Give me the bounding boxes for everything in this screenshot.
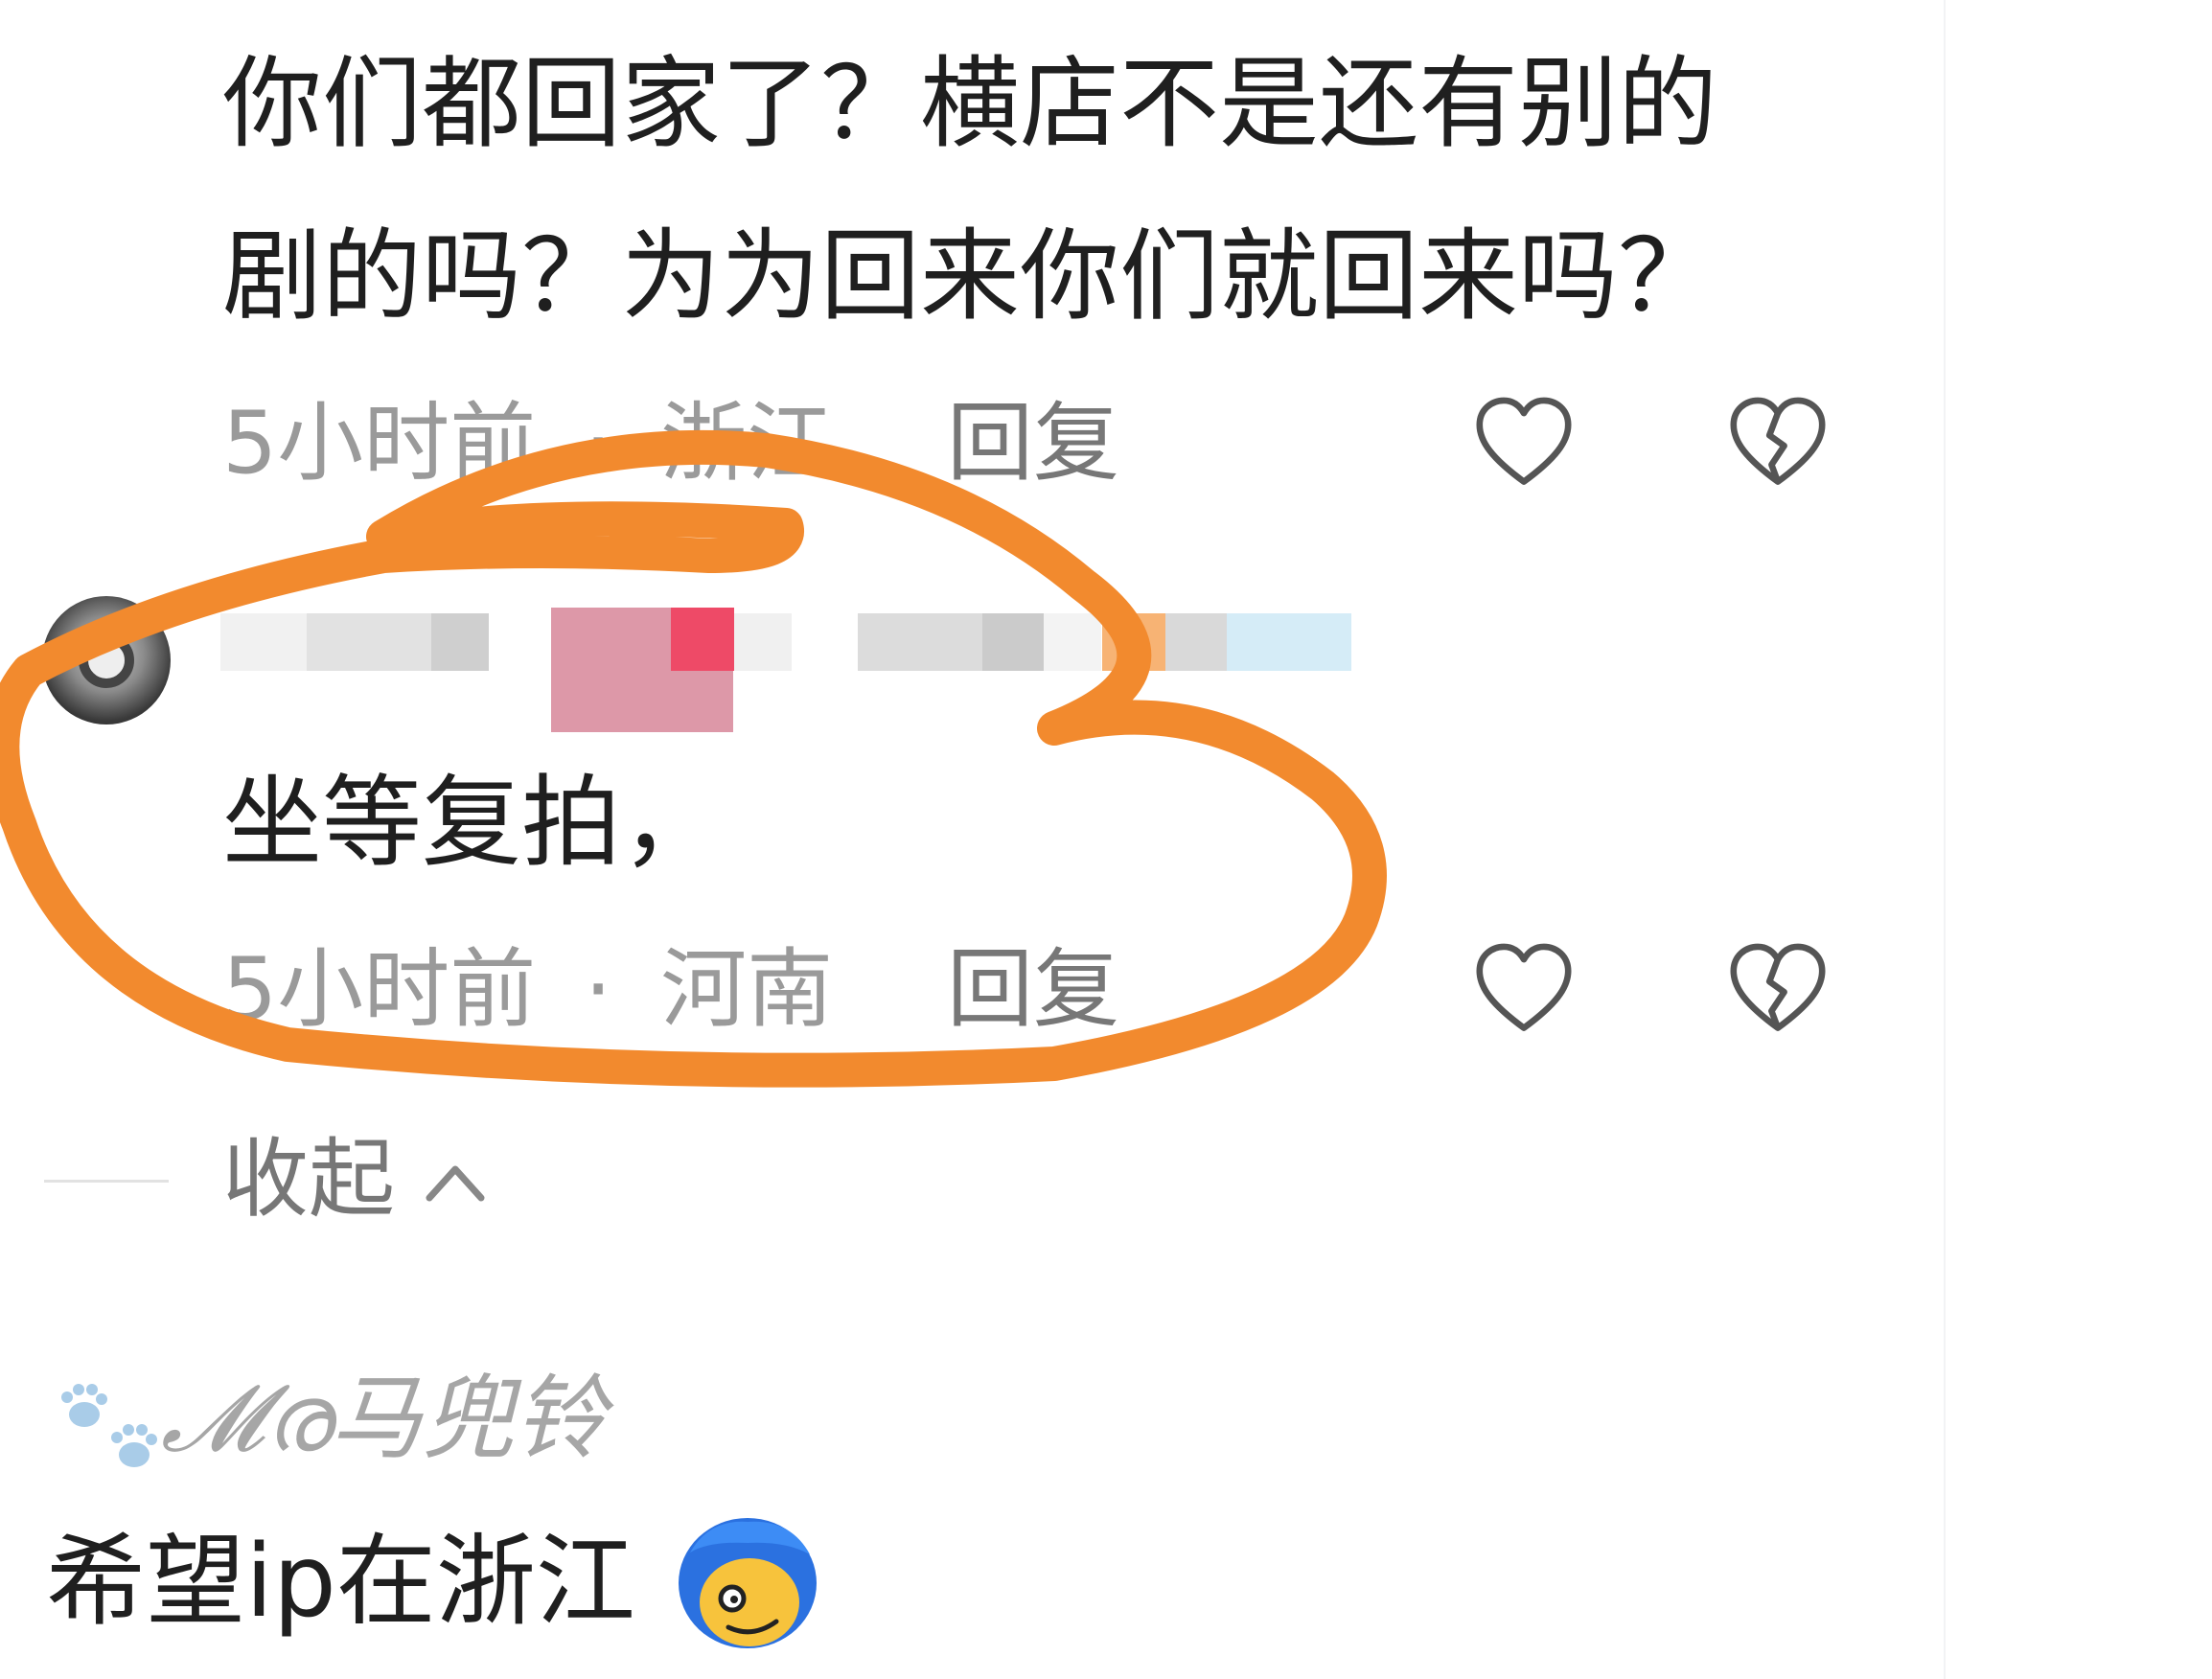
broken-heart-icon [1730, 397, 1826, 485]
redacted-username-part [858, 613, 982, 671]
reply-button[interactable]: 回复 [947, 401, 1119, 487]
comment-meta-1: 5小时前 · 浙江 [222, 401, 833, 487]
meta-separator: · [584, 939, 612, 1040]
like-button[interactable] [1471, 391, 1577, 496]
comment-time: 5小时前 [222, 393, 537, 494]
comment-text: 希望ip在浙江 [46, 1523, 635, 1640]
comment-meta-2: 5小时前 · 河南 [222, 947, 833, 1033]
redacted-badge-part [671, 608, 734, 671]
collapse-replies-button[interactable]: 收起 [222, 1137, 395, 1223]
like-button[interactable] [1471, 937, 1577, 1043]
dislike-button[interactable] [1725, 937, 1831, 1043]
comment-text-line1: 你们都回家了？横店不是还有别的 [222, 45, 1718, 162]
comment-text-line2: 剧的吗？为为回来你们就回来吗？ [222, 218, 1718, 334]
redacted-username-part [307, 613, 431, 671]
redacted-username-part [734, 613, 792, 671]
redacted-username-part [982, 613, 1044, 671]
collapse-divider [44, 1180, 169, 1183]
dislike-button[interactable] [1725, 391, 1831, 496]
redacted-username-part [1102, 613, 1165, 671]
avatar[interactable] [42, 596, 171, 724]
redacted-username-part [1044, 613, 1101, 671]
comment-location: 河南 [660, 939, 834, 1040]
reply-button[interactable]: 回复 [947, 947, 1119, 1033]
heart-outline-icon [1476, 397, 1572, 485]
redacted-username-part [1165, 613, 1227, 671]
comment-text: 坐等复拍， [222, 764, 722, 881]
redacted-username-part [1227, 613, 1351, 671]
broken-heart-icon [1730, 943, 1826, 1031]
heart-outline-icon [1476, 943, 1572, 1031]
meta-separator: · [584, 393, 612, 494]
chevron-up-icon[interactable] [422, 1156, 489, 1209]
redacted-username-part [431, 613, 489, 671]
emoji-face-icon [679, 1518, 817, 1648]
comment-username[interactable]: 𝓜ര马兜铃 [161, 1372, 606, 1464]
comment-location: 浙江 [660, 393, 834, 494]
panel-divider [1944, 0, 1946, 1679]
comment-time: 5小时前 [222, 939, 537, 1040]
